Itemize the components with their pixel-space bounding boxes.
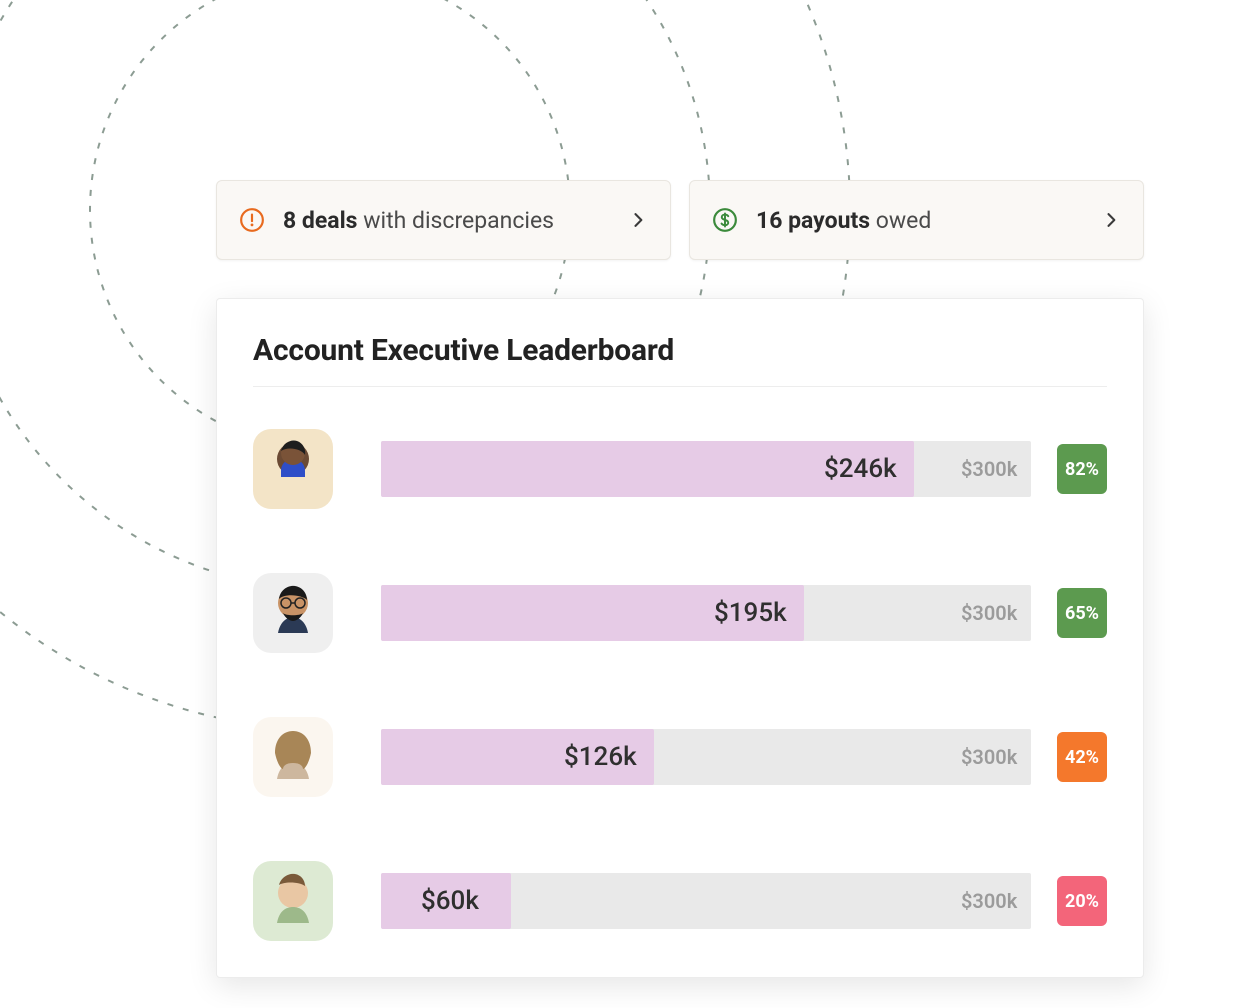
- panel-title: Account Executive Leaderboard: [253, 333, 1107, 387]
- deals-discrepancies-card[interactable]: 8 deals with discrepancies: [216, 180, 671, 260]
- dollar-circle-icon: [712, 207, 738, 233]
- avatar: [253, 573, 333, 653]
- alert-circle-icon: [239, 207, 265, 233]
- leaderboard-row: $126k $300k 42%: [253, 717, 1107, 797]
- value-label: $126k: [564, 742, 637, 772]
- deals-count: 8 deals: [283, 207, 358, 234]
- percent-badge: 20%: [1057, 876, 1107, 926]
- avatar: [253, 429, 333, 509]
- target-label: $300k: [961, 745, 1017, 769]
- chevron-right-icon: [1101, 210, 1121, 230]
- deals-suffix: with discrepancies: [358, 207, 555, 234]
- leaderboard-row: $195k $300k 65%: [253, 573, 1107, 653]
- payouts-owed-text: 16 payouts owed: [756, 207, 1101, 234]
- payouts-count: 16 payouts: [756, 207, 870, 234]
- target-label: $300k: [961, 457, 1017, 481]
- value-label: $195k: [714, 598, 787, 628]
- chevron-right-icon: [628, 210, 648, 230]
- bar-area: $246k $300k 82%: [381, 438, 1107, 500]
- leaderboard-rows: $246k $300k 82% $195k $300k 65% $126k $3…: [253, 429, 1107, 941]
- percent-badge: 42%: [1057, 732, 1107, 782]
- bar-area: $195k $300k 65%: [381, 582, 1107, 644]
- value-label: $60k: [421, 886, 479, 916]
- bar-area: $60k $300k 20%: [381, 870, 1107, 932]
- bar-area: $126k $300k 42%: [381, 726, 1107, 788]
- payouts-suffix: owed: [870, 207, 931, 234]
- payouts-owed-card[interactable]: 16 payouts owed: [689, 180, 1144, 260]
- target-label: $300k: [961, 601, 1017, 625]
- leaderboard-row: $246k $300k 82%: [253, 429, 1107, 509]
- avatar: [253, 861, 333, 941]
- avatar: [253, 717, 333, 797]
- percent-badge: 65%: [1057, 588, 1107, 638]
- leaderboard-row: $60k $300k 20%: [253, 861, 1107, 941]
- alerts-row: 8 deals with discrepancies 16 payouts ow…: [216, 180, 1144, 260]
- deals-discrepancies-text: 8 deals with discrepancies: [283, 207, 628, 234]
- target-label: $300k: [961, 889, 1017, 913]
- leaderboard-panel: Account Executive Leaderboard $246k $300…: [216, 298, 1144, 978]
- percent-badge: 82%: [1057, 444, 1107, 494]
- value-label: $246k: [824, 454, 897, 484]
